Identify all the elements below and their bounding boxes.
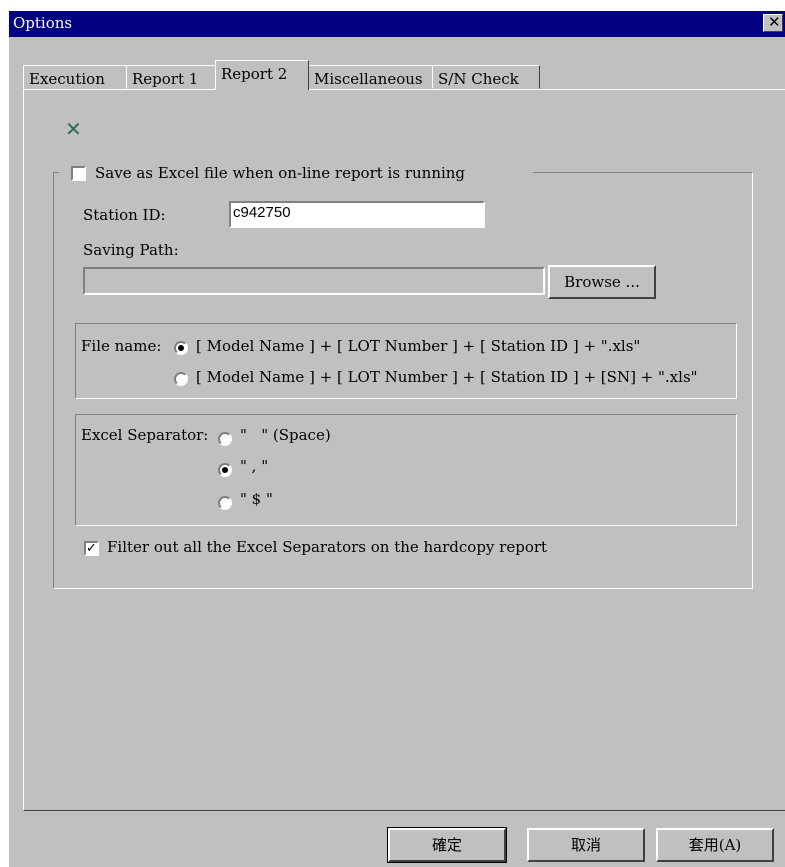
cancel-button[interactable]: 取消 (527, 828, 645, 862)
separator-comma-radio[interactable] (218, 463, 232, 477)
separator-dollar-label: " $ " (240, 490, 273, 508)
options-dialog: Options ✕ Execution Report 1 Report 2 Mi… (8, 10, 785, 867)
separator-dollar-radio[interactable] (218, 496, 232, 510)
radio-selected-dot (222, 467, 228, 473)
window-title: Options (13, 14, 73, 32)
file-name-option-1-label: [ Model Name ] + [ LOT Number ] + [ Stat… (196, 337, 641, 355)
title-bar: Options ✕ (9, 11, 785, 37)
apply-button-label: 套用(A) (688, 836, 742, 854)
tab-miscellaneous[interactable]: Miscellaneous (308, 65, 433, 89)
station-id-label: Station ID: (83, 206, 166, 224)
station-id-input[interactable]: c942750 (229, 201, 485, 228)
check-icon: ✓ (86, 541, 97, 556)
save-excel-label: Save as Excel file when on-line report i… (95, 164, 466, 182)
file-name-option-1-radio[interactable] (174, 341, 188, 355)
tab-report-1[interactable]: Report 1 (126, 65, 216, 89)
tab-label: Miscellaneous (314, 70, 423, 88)
tab-label: Report 2 (221, 65, 288, 83)
close-button[interactable]: ✕ (763, 13, 783, 32)
ok-button[interactable]: 確定 (387, 827, 507, 863)
tab-sn-check[interactable]: S/N Check (432, 65, 540, 89)
separator-space-radio[interactable] (218, 432, 232, 446)
radio-selected-dot (178, 345, 184, 351)
file-name-group (75, 323, 737, 399)
tab-label: Execution (29, 70, 105, 88)
ok-button-label: 確定 (431, 836, 462, 854)
separator-comma-label: " , " (240, 457, 269, 475)
separator-space-label: " " (Space) (240, 426, 331, 444)
file-name-option-2-label: [ Model Name ] + [ LOT Number ] + [ Stat… (196, 368, 698, 386)
excel-separator-label: Excel Separator: (81, 426, 209, 444)
tab-label: S/N Check (438, 70, 519, 88)
filter-separators-label: Filter out all the Excel Separators on t… (107, 538, 548, 556)
tab-execution[interactable]: Execution (23, 65, 127, 89)
close-icon: ✕ (768, 13, 781, 31)
tab-report-2[interactable]: Report 2 (215, 60, 309, 90)
apply-button[interactable]: 套用(A) (656, 828, 774, 862)
cancel-button-label: 取消 (570, 836, 601, 854)
tab-label: Report 1 (132, 70, 199, 88)
filter-separators-checkbox[interactable]: ✓ (84, 541, 99, 556)
excel-icon: ✕ (65, 117, 82, 141)
browse-button[interactable]: Browse ... (548, 265, 656, 299)
browse-button-label: Browse ... (564, 273, 640, 291)
file-name-option-2-radio[interactable] (174, 372, 188, 386)
save-excel-checkbox[interactable] (71, 166, 86, 181)
saving-path-input[interactable] (83, 267, 545, 295)
saving-path-label: Saving Path: (83, 241, 179, 259)
file-name-label: File name: (81, 337, 162, 355)
